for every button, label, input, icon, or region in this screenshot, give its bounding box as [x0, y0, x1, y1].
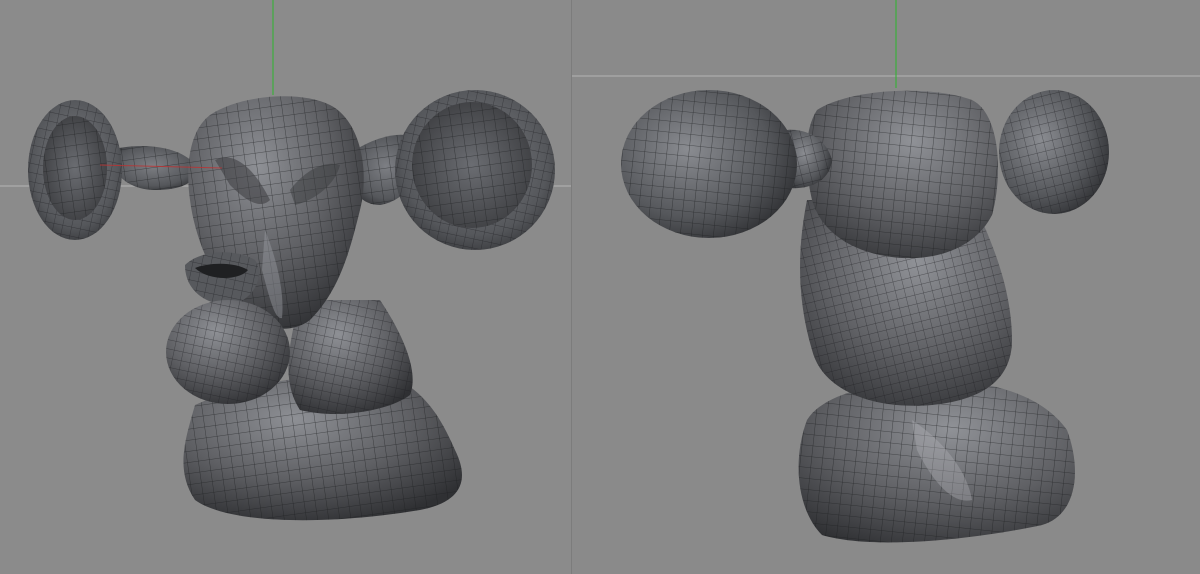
- viewport-right-canvas: [572, 0, 1200, 543]
- viewport-left-canvas: [0, 0, 572, 521]
- bust-chin: [166, 300, 290, 404]
- editor-stage: [0, 0, 1200, 574]
- viewport-left[interactable]: [0, 0, 572, 574]
- ear-right: [351, 90, 555, 250]
- bust-head-right: [806, 90, 998, 259]
- ear-ball-left: [621, 90, 797, 238]
- ear-left: [28, 100, 196, 240]
- ear-ball-right: [999, 90, 1109, 214]
- viewport-right[interactable]: [572, 0, 1200, 574]
